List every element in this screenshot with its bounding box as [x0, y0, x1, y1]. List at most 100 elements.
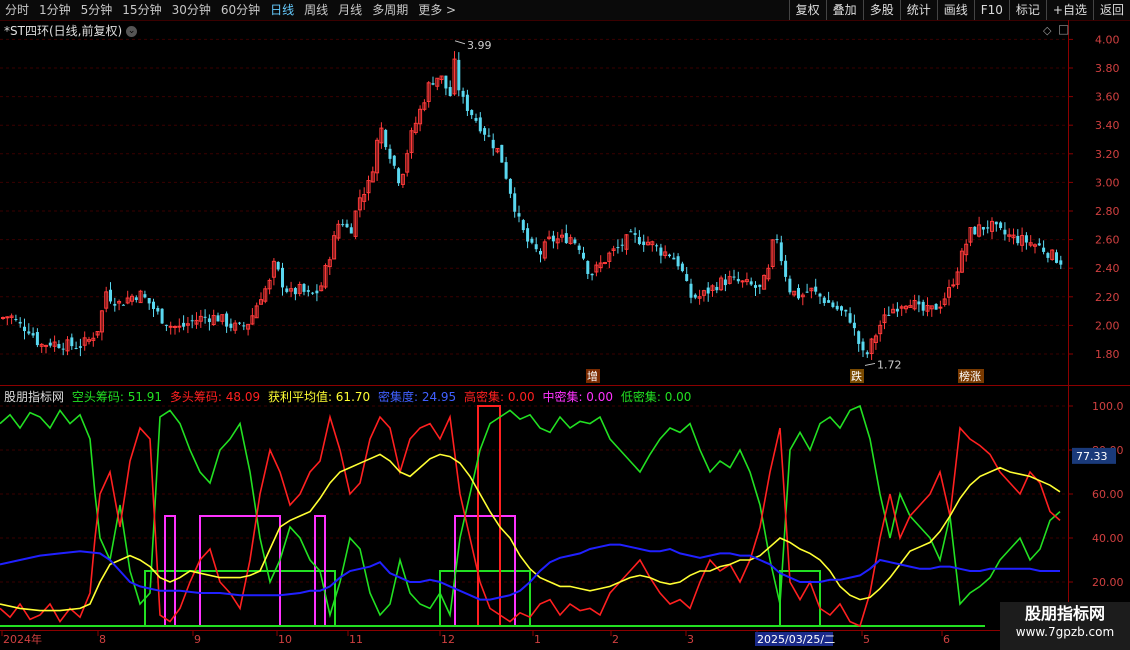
current-value-label: 77.33	[1076, 450, 1108, 463]
indicator-tick-label: 20.00	[1092, 576, 1124, 589]
price-tick-label: 4.00	[1095, 33, 1120, 46]
candle-body-down	[504, 162, 508, 179]
candle-body-down	[78, 346, 82, 348]
candle-body-down	[844, 309, 848, 312]
event-tag-label: 增	[587, 369, 598, 383]
candle-body-down	[397, 168, 401, 184]
candle-body-down	[573, 239, 577, 244]
candle-body-down	[758, 284, 762, 287]
candle-body-down	[564, 233, 568, 244]
diamond-icon[interactable]: ◇	[1043, 24, 1051, 37]
candle-body-down	[1003, 229, 1007, 235]
candle-body-down	[521, 220, 525, 231]
legend-high-density: 高密集: 0.00	[464, 390, 535, 404]
candle-body-down	[152, 301, 155, 310]
candle-body-down	[852, 322, 856, 329]
candle-body-down	[672, 257, 676, 260]
candle-body-down	[994, 221, 998, 225]
candle-body-down	[465, 94, 469, 111]
candle-body-down	[513, 193, 517, 212]
x-tick-label: 8	[99, 633, 106, 646]
candle-body-down	[788, 278, 792, 293]
high-annotation-line	[454, 40, 466, 45]
candle-body-down	[797, 287, 800, 299]
candle-body-down	[345, 223, 349, 228]
indicator-name[interactable]: 股朋指标网	[4, 390, 64, 404]
close-icon[interactable]: □	[1058, 22, 1069, 36]
candle-body-down	[655, 245, 659, 247]
candle-body-down	[349, 227, 353, 234]
indicator-legend: 股朋指标网 空头筹码: 51.91 多头筹码: 48.09 获利平均值: 61.…	[4, 388, 695, 405]
price-tick-label: 2.60	[1095, 234, 1120, 247]
candle-body-down	[986, 227, 990, 229]
chart-canvas[interactable]: 1.80 2.00 2.20 2.40 2.60 2.80 3.00 3.20 3.40 3.60…	[0, 0, 1130, 650]
stock-title[interactable]: *ST四环(日线,前复权) ⌄	[4, 22, 138, 39]
candle-body-down	[109, 289, 112, 302]
candle-body-down	[216, 315, 220, 322]
candle-body-down	[238, 322, 241, 324]
candle-body-down	[732, 276, 736, 278]
candle-body-down	[1055, 252, 1058, 263]
candle-body-down	[478, 117, 482, 132]
legend-long-chips: 多头筹码: 48.09	[169, 390, 261, 404]
candle-body-down	[526, 228, 530, 242]
candle-body-down	[999, 222, 1003, 229]
legend-short-chips: 空头筹码: 51.91	[71, 390, 163, 404]
candle-body-down	[491, 139, 495, 149]
candle-body-down	[848, 313, 852, 323]
indicator-tick-label: 60.00	[1092, 488, 1124, 501]
band-low-density	[439, 570, 531, 626]
candle-body-down	[539, 250, 542, 255]
x-tick-label: 6	[943, 633, 950, 646]
candle-body-down	[973, 226, 977, 235]
candle-body-down	[659, 247, 663, 256]
x-tick-label: 3	[687, 633, 694, 646]
cursor-date-label: 2025/03/25/二	[757, 633, 835, 646]
candle-body-down	[302, 284, 306, 292]
candle-body-down	[134, 297, 138, 300]
candle-body-down	[311, 292, 315, 294]
candle-body-down	[121, 304, 125, 306]
candle-body-down	[281, 267, 284, 288]
candle-body-down	[749, 281, 753, 285]
candle-body-down	[917, 301, 921, 305]
price-tick-label: 3.40	[1095, 119, 1120, 132]
candle-body-down	[534, 244, 538, 250]
candle-body-down	[620, 244, 624, 246]
legend-density: 密集度: 24.95	[377, 390, 457, 404]
legend-profit-average: 获利平均值: 61.70	[267, 390, 371, 404]
candle-body-up	[1, 317, 5, 320]
high-price-label: 3.99	[467, 39, 492, 52]
candle-body-down	[61, 348, 65, 350]
candle-body-down	[685, 274, 689, 282]
candle-body-down	[676, 256, 680, 267]
candle-body-down	[242, 325, 246, 327]
candle-body-down	[642, 241, 646, 246]
event-tag-label: 跌	[851, 369, 862, 383]
candle-body-down	[840, 306, 843, 311]
event-tag-label: 榜涨	[959, 369, 981, 383]
candle-body-down	[895, 308, 899, 312]
candle-body-down	[229, 323, 233, 328]
candle-body-down	[487, 135, 491, 137]
candle-body-up	[173, 326, 177, 329]
candle-body-down	[633, 233, 637, 235]
candle-body-down	[156, 308, 160, 312]
candle-body-down	[143, 294, 147, 298]
candle-body-down	[306, 290, 310, 292]
candle-body-down	[1016, 235, 1020, 244]
candle-body-down	[470, 110, 474, 116]
candle-body-down	[160, 308, 164, 324]
chevron-down-icon[interactable]: ⌄	[126, 26, 138, 37]
x-tick-label: 12	[441, 633, 455, 646]
legend-low-density: 低密集: 0.00	[620, 390, 692, 404]
candle-body-down	[736, 278, 740, 282]
candle-body-down	[779, 242, 783, 262]
candle-body-down	[384, 129, 388, 148]
low-price-label: 1.72	[877, 358, 902, 371]
low-annotation-line	[864, 362, 876, 366]
candle-body-down	[500, 144, 504, 163]
candle-body-down	[14, 318, 18, 320]
candle-body-down	[388, 148, 392, 159]
candle-body-down	[444, 75, 448, 89]
